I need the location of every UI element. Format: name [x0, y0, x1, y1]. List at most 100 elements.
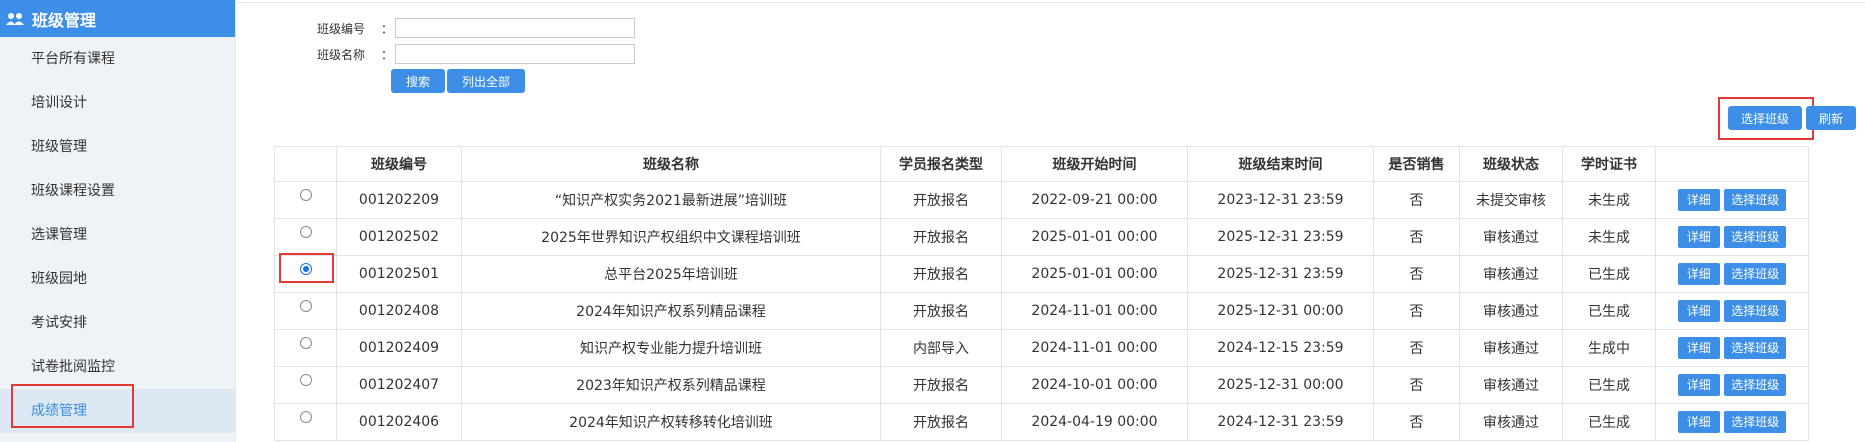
col-header: 班级结束时间 [1187, 146, 1374, 182]
detail-button[interactable]: 详细 [1677, 300, 1720, 322]
class-name-cell: 知识产权专业能力提升培训班 [461, 329, 881, 367]
row-select-class-button[interactable]: 选择班级 [1724, 263, 1787, 285]
class-no-cell: 001202406 [336, 403, 462, 441]
table-row: 001202406 2024年知识产权转移转化培训班 开放报名 2024-04-19 … [274, 403, 1809, 441]
class-status-cell: 审核通过 [1459, 366, 1563, 404]
sidebar-item[interactable]: 班级课程设置 [0, 169, 235, 213]
col-header: 班级编号 [336, 146, 462, 182]
end-time-cell: 2025-12-31 00:00 [1187, 292, 1374, 330]
actions-cell: 详细 选择班级 [1655, 218, 1809, 256]
table-row: 001202407 2023年知识产权系列精品课程 开放报名 2024-10-01 0… [274, 366, 1809, 404]
row-select-class-button[interactable]: 选择班级 [1724, 411, 1787, 433]
row-select-class-button[interactable]: 选择班级 [1724, 337, 1787, 359]
sidebar-item[interactable]: 试卷批阅监控 [0, 345, 235, 389]
row-select-class-button[interactable]: 选择班级 [1724, 226, 1787, 248]
sidebar-item[interactable]: 成绩管理 [0, 389, 235, 433]
certificate-cell: 已生成 [1562, 403, 1656, 441]
row-radio[interactable] [299, 226, 312, 238]
table-row: 001202502 2025年世界知识产权组织中文课程培训班 开放报名 2025-01… [274, 218, 1809, 256]
select-cell [274, 218, 337, 256]
start-time-cell: 2024-11-01 00:00 [1001, 292, 1188, 330]
class-name-cell: 2025年世界知识产权组织中文课程培训班 [461, 218, 881, 256]
class-name-cell: 总平台2025年培训班 [461, 255, 881, 293]
detail-button[interactable]: 详细 [1677, 226, 1720, 248]
sidebar-item[interactable]: 培训设计 [0, 81, 235, 125]
class-name-input[interactable] [395, 44, 635, 64]
detail-button[interactable]: 详细 [1677, 374, 1720, 396]
row-radio[interactable] [299, 263, 312, 275]
registration-type-cell: 开放报名 [880, 403, 1002, 441]
table-row: 001202209 “知识产权实务2021最新进展”培训班 开放报名 2022-09-… [274, 181, 1809, 219]
certificate-cell: 生成中 [1562, 329, 1656, 367]
divider [237, 2, 1865, 3]
class-status-cell: 审核通过 [1459, 329, 1563, 367]
actions-cell: 详细 选择班级 [1655, 181, 1809, 219]
for-sale-cell: 否 [1373, 366, 1460, 404]
detail-button[interactable]: 详细 [1677, 189, 1720, 211]
row-radio[interactable] [299, 411, 312, 423]
certificate-cell: 未生成 [1562, 218, 1656, 256]
end-time-cell: 2025-12-31 23:59 [1187, 255, 1374, 293]
sidebar-item[interactable]: 考试安排 [0, 301, 235, 345]
class-no-cell: 001202209 [336, 181, 462, 219]
start-time-cell: 2025-01-01 00:00 [1001, 255, 1188, 293]
table-row: 001202408 2024年知识产权系列精品课程 开放报名 2024-11-01 0… [274, 292, 1809, 330]
class-name-cell: 2024年知识产权转移转化培训班 [461, 403, 881, 441]
class-no-cell: 001202502 [336, 218, 462, 256]
col-header: 学员报名类型 [880, 146, 1002, 182]
class-status-cell: 审核通过 [1459, 255, 1563, 293]
actions-cell: 详细 选择班级 [1655, 366, 1809, 404]
class-name-cell: “知识产权实务2021最新进展”培训班 [461, 181, 881, 219]
sidebar-item[interactable]: 班级管理 [0, 125, 235, 169]
row-radio[interactable] [299, 300, 312, 312]
select-cell [274, 403, 337, 441]
select-cell [274, 329, 337, 367]
detail-button[interactable]: 详细 [1677, 263, 1720, 285]
row-select-class-button[interactable]: 选择班级 [1724, 374, 1787, 396]
users-icon [6, 11, 26, 27]
row-select-class-button[interactable]: 选择班级 [1724, 300, 1787, 322]
registration-type-cell: 内部导入 [880, 329, 1002, 367]
col-header: 班级名称 [461, 146, 881, 182]
row-select-class-button[interactable]: 选择班级 [1724, 189, 1787, 211]
class-no-input[interactable] [395, 18, 635, 38]
class-name-cell: 2023年知识产权系列精品课程 [461, 366, 881, 404]
select-class-button[interactable]: 选择班级 [1728, 106, 1802, 130]
end-time-cell: 2023-12-31 23:59 [1187, 181, 1374, 219]
for-sale-cell: 否 [1373, 329, 1460, 367]
registration-type-cell: 开放报名 [880, 292, 1002, 330]
start-time-cell: 2025-01-01 00:00 [1001, 218, 1188, 256]
registration-type-cell: 开放报名 [880, 366, 1002, 404]
refresh-button[interactable]: 刷新 [1806, 106, 1856, 130]
actions-cell: 详细 选择班级 [1655, 329, 1809, 367]
row-radio[interactable] [299, 374, 312, 386]
detail-button[interactable]: 详细 [1677, 337, 1720, 359]
list-all-button[interactable]: 列出全部 [447, 69, 525, 93]
col-header: 是否销售 [1373, 146, 1460, 182]
for-sale-cell: 否 [1373, 218, 1460, 256]
sidebar-item[interactable]: 选课管理 [0, 213, 235, 257]
registration-type-cell: 开放报名 [880, 181, 1002, 219]
sidebar-item[interactable]: 班级园地 [0, 257, 235, 301]
row-radio[interactable] [299, 189, 312, 201]
class-status-cell: 审核通过 [1459, 403, 1563, 441]
end-time-cell: 2025-12-31 23:59 [1187, 218, 1374, 256]
class-name-cell: 2024年知识产权系列精品课程 [461, 292, 881, 330]
table-row: 001202409 知识产权专业能力提升培训班 内部导入 2024-11-01 00:… [274, 329, 1809, 367]
class-name-label: 班级名称 [317, 47, 366, 62]
sidebar: 班级管理 平台所有课程 培训设计 班级管理 班级课程设置 选课管理 班级园地 考试安排 试卷批… [0, 0, 236, 442]
certificate-cell: 已生成 [1562, 255, 1656, 293]
main-panel: 班级编号 ： 班级名称 ： 搜索 列出全部 选择班级 刷新 班级编号 班级名称 … [237, 0, 1865, 442]
sidebar-header-label: 班级管理 [32, 10, 97, 30]
select-cell [274, 366, 337, 404]
sidebar-header[interactable]: 班级管理 [0, 0, 235, 37]
row-radio[interactable] [299, 337, 312, 349]
search-button[interactable]: 搜索 [391, 69, 445, 93]
for-sale-cell: 否 [1373, 403, 1460, 441]
sidebar-item[interactable]: 平台所有课程 [0, 37, 235, 81]
end-time-cell: 2024-12-15 23:59 [1187, 329, 1374, 367]
end-time-cell: 2025-12-31 00:00 [1187, 366, 1374, 404]
detail-button[interactable]: 详细 [1677, 411, 1720, 433]
start-time-cell: 2024-11-01 00:00 [1001, 329, 1188, 367]
col-header: 班级开始时间 [1001, 146, 1188, 182]
